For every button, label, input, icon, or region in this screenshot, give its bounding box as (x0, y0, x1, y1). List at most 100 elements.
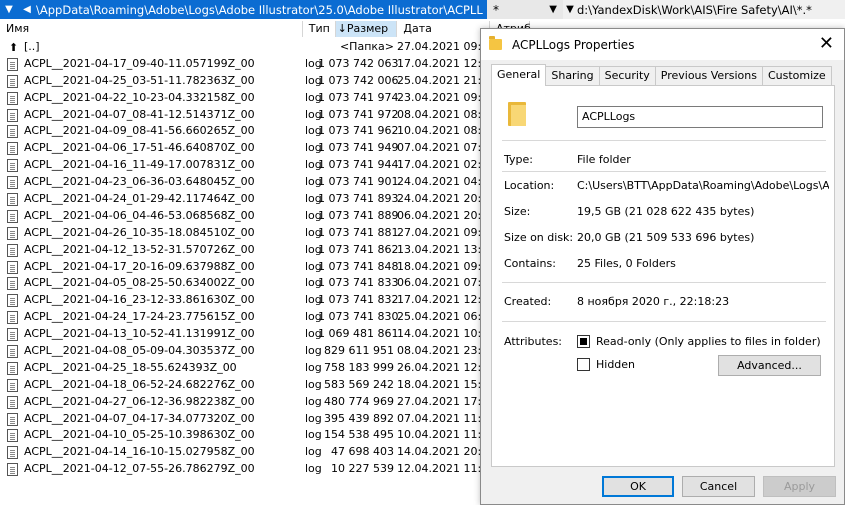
file-icon (7, 159, 18, 173)
file-row[interactable]: ACPL__2021-04-12_07-55-26.786279Z_00 log 1… (0, 461, 495, 478)
tab-previous-versions[interactable]: Previous Versions (654, 66, 763, 86)
file-row[interactable]: ACPL__2021-04-24_17-24-23.775615Z_00 log 1… (0, 309, 495, 326)
column-header-date[interactable]: Дата (397, 21, 490, 37)
file-icon (7, 395, 18, 409)
file-size: 1 073 741 848 (318, 259, 399, 273)
column-header-type[interactable]: Тип (303, 21, 336, 37)
file-icon (7, 328, 18, 342)
file-row[interactable]: ACPL__2021-04-06_17-51-46.640870Z_00 log 1… (0, 140, 495, 157)
file-row[interactable]: ACPL__2021-04-13_10-52-41.131991Z_00 log 1… (0, 326, 495, 343)
file-name: ACPL__2021-04-23_06-36-03.648045Z_00 (24, 175, 255, 189)
file-size: 47 698 403 (331, 445, 394, 459)
file-name: ACPL__2021-04-06_17-51-46.640870Z_00 (24, 141, 255, 155)
file-size: 758 183 999 (324, 360, 394, 374)
size-label: Size: (504, 205, 531, 218)
hidden-label: Hidden (596, 358, 636, 371)
dialog-titlebar[interactable]: ACPLLogs Properties ✕ (481, 29, 844, 60)
file-row[interactable]: ACPL__2021-04-18_06-52-24.682276Z_00 log 5… (0, 377, 495, 394)
file-icon (7, 108, 18, 122)
file-size: 1 073 741 830 (318, 310, 399, 324)
file-name: ACPL__2021-04-05_08-25-50.634002Z_00 (24, 276, 255, 290)
file-name: ACPL__2021-04-16_11-49-17.007831Z_00 (24, 158, 255, 172)
tab-security[interactable]: Security (598, 66, 656, 86)
readonly-checkbox[interactable] (577, 335, 590, 348)
file-row[interactable]: ACPL__2021-04-07_08-41-12.514371Z_00 log 1… (0, 107, 495, 124)
file-icon (7, 142, 18, 156)
column-header-row: Имя Тип ↓Размер Дата Атриб (0, 21, 531, 37)
created-label: Created: (504, 295, 552, 308)
file-name: ACPL__2021-04-26_10-35-18.084510Z_00 (24, 225, 255, 239)
dialog-title: ACPLLogs Properties (512, 37, 635, 52)
column-header-name[interactable]: Имя (0, 21, 303, 37)
type-label: Type: (504, 153, 533, 166)
column-header-size[interactable]: ↓Размер (335, 21, 398, 37)
file-name: ACPL__2021-04-25_18-55.624393Z_00 (24, 360, 237, 374)
file-row[interactable]: ACPL__2021-04-26_10-35-18.084510Z_00 log 1… (0, 225, 495, 242)
file-row[interactable]: ACPL__2021-04-24_01-29-42.117464Z_00 log 1… (0, 191, 495, 208)
filter-area[interactable]: * ▼ (487, 0, 563, 19)
right-path-bar[interactable]: ▼ d:\YandexDisk\Work\AIS\Fire Safety\AI\… (563, 0, 845, 19)
file-row[interactable]: ACPL__2021-04-25_18-55.624393Z_00 log 758 … (0, 360, 495, 377)
file-row[interactable]: ACPL__2021-04-27_06-12-36.982238Z_00 log 4… (0, 394, 495, 411)
file-name: ACPL__2021-04-22_10-23-04.332158Z_00 (24, 90, 255, 104)
file-size: 1 073 742 006 (318, 73, 399, 87)
file-row[interactable]: ACPL__2021-04-23_06-36-03.648045Z_00 log 1… (0, 174, 495, 191)
caret-down-icon[interactable]: ▼ (0, 4, 18, 15)
file-name: ACPL__2021-04-24_01-29-42.117464Z_00 (24, 192, 255, 206)
file-row[interactable]: ACPL__2021-04-14_16-10-15.027958Z_00 log 4… (0, 444, 495, 461)
general-panel: ACPLLogs Type: File folder Location: C:\… (491, 85, 835, 467)
file-row[interactable]: ACPL__2021-04-12_13-52-31.570726Z_00 log 1… (0, 242, 495, 259)
advanced-button[interactable]: Advanced... (718, 355, 821, 376)
file-icon (7, 260, 18, 274)
file-row[interactable]: ACPL__2021-04-16_23-12-33.861630Z_00 log 1… (0, 292, 495, 309)
properties-dialog: ACPLLogs Properties ✕ General Sharing Se… (480, 28, 845, 505)
file-name: ACPL__2021-04-13_10-52-41.131991Z_00 (24, 327, 255, 341)
file-row[interactable]: ACPL__2021-04-22_10-23-04.332158Z_00 log 1… (0, 90, 495, 107)
tab-general[interactable]: General (491, 64, 547, 86)
caret-left-icon[interactable]: ◀ (18, 4, 36, 15)
file-name: ACPL__2021-04-24_17-24-23.775615Z_00 (24, 310, 255, 324)
folder-name-input[interactable]: ACPLLogs (577, 106, 823, 128)
folder-icon (489, 36, 502, 50)
tab-customize[interactable]: Customize (761, 66, 832, 86)
dialog-tabs: General Sharing Security Previous Versio… (491, 64, 832, 86)
file-icon (7, 243, 18, 257)
parent-dir-row[interactable]: ⬆ [..] <Папка> 27.04.2021 09:12 (0, 39, 495, 56)
file-row[interactable]: ACPL__2021-04-10_05-25-10.398630Z_00 log 1… (0, 427, 495, 444)
file-name: ACPL__2021-04-10_05-25-10.398630Z_00 (24, 428, 255, 442)
attributes-label: Attributes: (504, 335, 563, 348)
file-icon (7, 463, 18, 477)
cancel-button[interactable]: Cancel (682, 476, 755, 497)
apply-button[interactable]: Apply (763, 476, 836, 497)
sort-arrow-icon: ↓ (337, 22, 347, 35)
hidden-checkbox[interactable] (577, 358, 590, 371)
file-row[interactable]: ACPL__2021-04-17_09-40-11.057199Z_00 log 1… (0, 56, 495, 73)
left-path-bar[interactable]: ▼ ◀ \AppData\Roaming\Adobe\Logs\Adobe Il… (0, 0, 487, 19)
left-path-text: \AppData\Roaming\Adobe\Logs\Adobe Illust… (36, 2, 483, 17)
tab-sharing[interactable]: Sharing (545, 66, 600, 86)
file-row[interactable]: ACPL__2021-04-07_04-17-34.077320Z_00 log 3… (0, 411, 495, 428)
close-icon[interactable]: ✕ (819, 35, 834, 53)
parent-dir-size: <Папка> (339, 40, 394, 53)
file-row[interactable]: ACPL__2021-04-25_03-51-11.782363Z_00 log 1… (0, 73, 495, 90)
file-row[interactable]: ACPL__2021-04-09_08-41-56.660265Z_00 log 1… (0, 123, 495, 140)
ok-button[interactable]: OK (602, 476, 674, 497)
caret-down-icon[interactable]: ▼ (563, 4, 577, 15)
file-icon (7, 125, 18, 139)
file-icon (7, 294, 18, 308)
file-row[interactable]: ACPL__2021-04-05_08-25-50.634002Z_00 log 1… (0, 275, 495, 292)
file-icon (7, 412, 18, 426)
filter-dropdown-icon[interactable]: ▼ (549, 4, 557, 15)
file-row[interactable]: ACPL__2021-04-16_11-49-17.007831Z_00 log 1… (0, 157, 495, 174)
file-icon (7, 429, 18, 443)
file-row[interactable]: ACPL__2021-04-06_04-46-53.068568Z_00 log 1… (0, 208, 495, 225)
file-size: 1 073 741 889 (318, 208, 399, 222)
file-row[interactable]: ACPL__2021-04-17_20-16-09.637988Z_00 log 1… (0, 259, 495, 276)
folder-large-icon (508, 102, 526, 126)
file-size: 1 073 741 901 (318, 175, 399, 189)
file-icon (7, 193, 18, 207)
file-size: 1 073 741 962 (318, 124, 399, 138)
right-path-text: d:\YandexDisk\Work\AIS\Fire Safety\AI\*.… (577, 2, 812, 17)
readonly-label: Read-only (Only applies to files in fold… (596, 335, 821, 348)
file-row[interactable]: ACPL__2021-04-08_05-09-04.303537Z_00 log 8… (0, 343, 495, 360)
